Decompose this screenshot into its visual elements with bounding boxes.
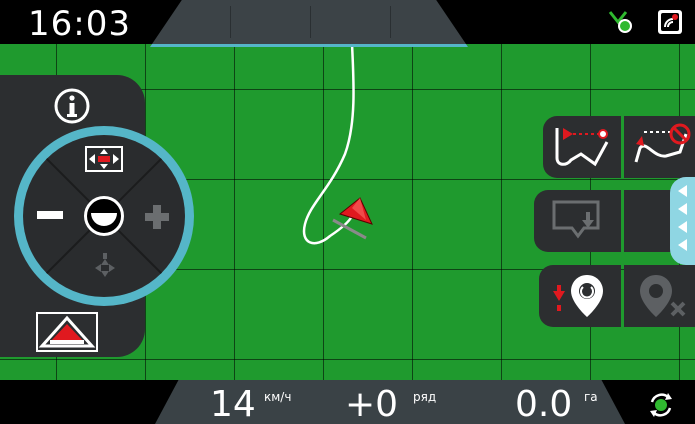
minus-icon[interactable]	[37, 211, 63, 219]
place-marker-button[interactable]	[539, 265, 621, 327]
set-point-a-button[interactable]	[543, 116, 621, 178]
clock: 16:03	[28, 4, 131, 44]
cancel-point-icon	[634, 123, 691, 163]
speed-value: 14	[210, 384, 256, 424]
tractor-signal-icon	[608, 11, 632, 33]
set-point-a-icon	[555, 128, 609, 167]
antenna-icon[interactable]	[656, 8, 684, 36]
navigator-screen: 16:03 14 км/ч +0 ряд 0.0 га	[0, 0, 695, 424]
record-boundary-button[interactable]	[534, 190, 621, 252]
top-bar: 16:03	[0, 0, 695, 47]
area-value: 0.0	[515, 384, 573, 424]
cancel-point-button[interactable]	[624, 116, 695, 178]
sync-icon[interactable]	[646, 390, 676, 420]
row-value: +0	[345, 384, 399, 424]
row-unit: ряд	[413, 390, 437, 404]
info-button[interactable]	[52, 86, 92, 126]
plus-icon[interactable]	[145, 205, 169, 229]
delete-marker-button[interactable]	[624, 265, 695, 327]
section-half-icon[interactable]	[84, 196, 124, 236]
speed-unit: км/ч	[264, 390, 292, 404]
right-panel-expand-tab[interactable]	[670, 177, 695, 265]
delete-marker-icon	[640, 275, 686, 317]
boundary-extra-button[interactable]	[624, 190, 676, 252]
record-boundary-icon	[552, 200, 600, 239]
tractor-view-icon[interactable]	[36, 312, 98, 352]
collapse-arrows-icon[interactable]	[85, 253, 125, 283]
place-marker-icon	[553, 275, 603, 317]
area-unit: га	[584, 390, 598, 404]
expand-width-icon[interactable]	[81, 143, 127, 177]
top-info-tab[interactable]	[150, 0, 468, 47]
section-control-dial	[14, 126, 194, 306]
